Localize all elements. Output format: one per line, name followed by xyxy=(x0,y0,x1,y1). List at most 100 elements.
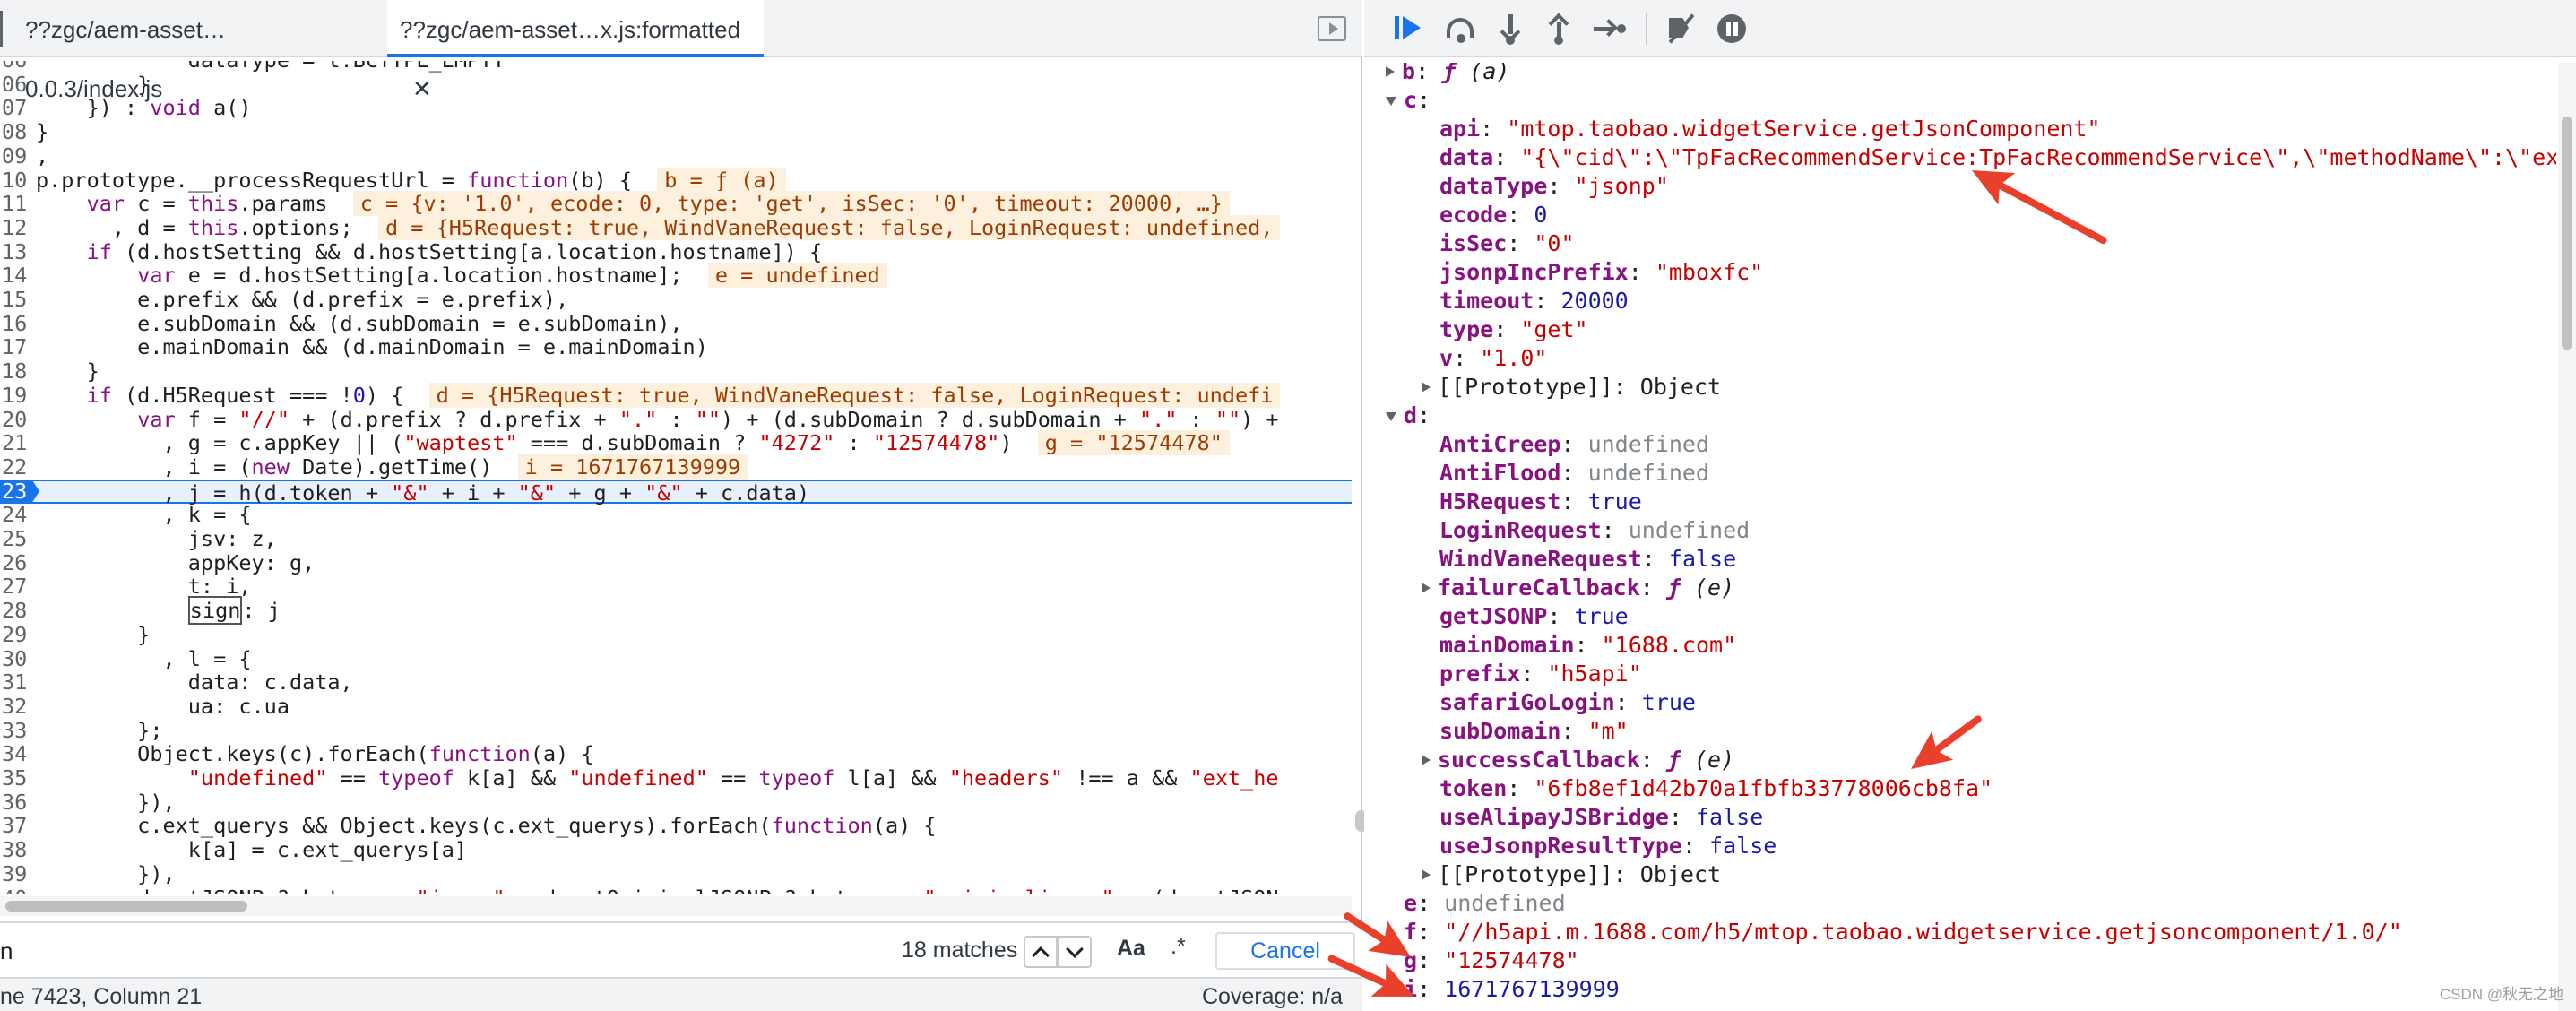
code-line[interactable]: 15 e.prefix && (d.prefix = e.prefix), xyxy=(0,288,1352,312)
code-line[interactable]: 20 var f = "//" + (d.prefix ? d.prefix +… xyxy=(0,407,1352,432)
scope-property-usejsonpresulttype[interactable]: useJsonpResultType: false xyxy=(1439,832,1776,860)
code-line[interactable]: 36 }), xyxy=(0,790,1352,815)
code-line[interactable]: 07 }) : void a() xyxy=(0,96,1352,120)
collapsed-triangle-icon[interactable] xyxy=(1386,66,1395,77)
line-number[interactable]: 12 xyxy=(0,215,30,240)
line-number[interactable]: 19 xyxy=(0,383,30,408)
tab-index-js[interactable]: ??zgc/aem-asset…0.0.3/index.js xyxy=(13,0,371,102)
collapsed-triangle-icon[interactable] xyxy=(1422,869,1431,880)
scope-property-api[interactable]: api: "mtop.taobao.widgetService.getJsonC… xyxy=(1439,115,2101,143)
scope-property-windvanerequest[interactable]: WindVaneRequest: false xyxy=(1439,545,1736,574)
scope-property-ecode[interactable]: ecode: 0 xyxy=(1439,201,1547,229)
code-line[interactable]: 18 } xyxy=(0,359,1352,384)
line-number[interactable]: 27 xyxy=(0,575,30,599)
code-line[interactable]: 12 , d = this.options; d = {H5Request: t… xyxy=(0,214,1352,240)
code-line[interactable]: 32 ua: c.ua xyxy=(0,694,1352,719)
step-button[interactable] xyxy=(1594,13,1626,45)
scope-property-timeout[interactable]: timeout: 20000 xyxy=(1439,287,1629,315)
line-number[interactable]: 17 xyxy=(0,335,30,359)
next-match-button[interactable] xyxy=(1058,936,1092,968)
scope-property-anticreep[interactable]: AntiCreep: undefined xyxy=(1439,430,1709,459)
step-into-button[interactable] xyxy=(1495,13,1527,45)
scope-property-antiflood[interactable]: AntiFlood: undefined xyxy=(1439,459,1709,488)
step-over-button[interactable] xyxy=(1445,13,1477,45)
collapsed-triangle-icon[interactable] xyxy=(1422,382,1431,393)
line-number[interactable]: 20 xyxy=(0,407,30,432)
scope-property-e[interactable]: e: undefined xyxy=(1404,889,1566,918)
code-line[interactable]: 09, xyxy=(0,143,1352,168)
code-line[interactable]: 35 "undefined" == typeof k[a] && "undefi… xyxy=(0,766,1352,791)
scope-property-prototype[interactable]: [[Prototype]]: Object xyxy=(1422,860,1721,889)
scope-property-safarigologin[interactable]: safariGoLogin: true xyxy=(1439,688,1696,717)
line-number[interactable]: 33 xyxy=(0,718,30,743)
code-line[interactable]: 39 }), xyxy=(0,861,1352,886)
scope-property-f[interactable]: f: "//h5api.m.1688.com/h5/mtop.taobao.wi… xyxy=(1404,918,2402,946)
line-number[interactable]: 10 xyxy=(0,168,30,193)
code-line[interactable]: 30 , l = { xyxy=(0,646,1352,671)
code-line-paused[interactable]: 23 , j = h(d.token + "&" + i + "&" + g +… xyxy=(0,479,1352,505)
scope-property-subdomain[interactable]: subDomain: "m" xyxy=(1439,717,1629,746)
line-number[interactable]: 29 xyxy=(0,622,30,647)
scope-property-maindomain[interactable]: mainDomain: "1688.com" xyxy=(1439,631,1736,660)
code-line[interactable]: 34 Object.keys(c).forEach(function(a) { xyxy=(0,742,1352,766)
line-number[interactable]: 36 xyxy=(0,790,30,815)
line-number[interactable]: 32 xyxy=(0,694,30,719)
line-number[interactable]: 35 xyxy=(0,766,30,791)
code-line[interactable]: 31 data: c.data, xyxy=(0,670,1352,695)
scope-property-datatype[interactable]: dataType: "jsonp" xyxy=(1439,172,1669,201)
line-number[interactable]: 38 xyxy=(0,838,30,862)
line-number[interactable]: 21 xyxy=(0,431,30,455)
collapsed-triangle-icon[interactable] xyxy=(1422,583,1431,593)
code-line[interactable]: 38 k[a] = c.ext_querys[a] xyxy=(0,838,1352,862)
line-number[interactable]: 31 xyxy=(0,670,30,695)
line-number[interactable]: 16 xyxy=(0,311,30,336)
code-line[interactable]: 13 if (d.hostSetting && d.hostSetting[a.… xyxy=(0,239,1352,264)
scope-scrollbar[interactable] xyxy=(2558,63,2576,1011)
code-line[interactable]: 19 if (d.H5Request === !0) { d = {H5Requ… xyxy=(0,382,1352,408)
cursor-position[interactable]: ne 7423, Column 21 xyxy=(0,984,202,1010)
code-line[interactable]: 17 e.mainDomain && (d.mainDomain = e.mai… xyxy=(0,335,1352,359)
previous-match-button[interactable] xyxy=(1024,936,1058,968)
scope-property-getjsonp[interactable]: getJSONP: true xyxy=(1439,602,1629,631)
line-number[interactable]: 13 xyxy=(0,239,30,264)
code-line[interactable]: 11 var c = this.params c = {v: '1.0', ec… xyxy=(0,191,1352,217)
code-line[interactable]: 06 dataType = t.BCTYPE_EMPTY xyxy=(0,61,1352,73)
expanded-triangle-icon[interactable] xyxy=(1386,412,1396,421)
line-number[interactable]: 09 xyxy=(0,143,30,168)
scope-property-loginrequest[interactable]: LoginRequest: undefined xyxy=(1439,516,1750,545)
scope-property-successcallback[interactable]: successCallback: ƒ (e) xyxy=(1422,746,1734,774)
code-line[interactable]: 08} xyxy=(0,120,1352,144)
code-line[interactable]: 40 d.getJSONP ? k.type = "jsonp" : d.get… xyxy=(0,886,1352,894)
code-line[interactable]: 22 , i = (new Date).getTime() i = 167176… xyxy=(0,454,1352,480)
regex-button[interactable]: .* xyxy=(1171,934,1186,960)
scope-property-type[interactable]: type: "get" xyxy=(1439,315,1588,344)
code-line[interactable]: 26 appKey: g, xyxy=(0,550,1352,575)
code-line[interactable]: 28 sign: j xyxy=(0,596,1352,626)
code-line[interactable]: 16 e.subDomain && (d.subDomain = e.subDo… xyxy=(0,311,1352,336)
tab-index-js-formatted[interactable]: ??zgc/aem-asset…x.js:formatted ✕ xyxy=(387,0,764,102)
line-number[interactable]: 39 xyxy=(0,861,30,886)
line-number[interactable]: 07 xyxy=(0,96,30,120)
line-number[interactable]: 24 xyxy=(0,503,30,527)
scope-property-v[interactable]: v: "1.0" xyxy=(1439,344,1547,373)
scope-property-usealipayjsbridge[interactable]: useAlipayJSBridge: false xyxy=(1439,803,1763,832)
code-line[interactable]: 29 } xyxy=(0,622,1352,647)
line-number[interactable]: 30 xyxy=(0,646,30,671)
match-case-button[interactable]: Aa xyxy=(1117,936,1145,962)
scope-property-token[interactable]: token: "6fb8ef1d42b70a1fbfb33778006cb8fa… xyxy=(1439,774,1993,803)
line-number[interactable]: 37 xyxy=(0,814,30,838)
line-number[interactable]: 14 xyxy=(0,264,30,288)
deactivate-breakpoints-button[interactable] xyxy=(1665,13,1698,45)
collapsed-triangle-icon[interactable] xyxy=(1422,755,1431,765)
line-number[interactable]: 08 xyxy=(0,120,30,144)
scope-property-i[interactable]: i: 1671767139999 xyxy=(1404,975,1620,1004)
scope-property-d[interactable]: d: xyxy=(1386,402,1431,430)
line-number[interactable]: 11 xyxy=(0,192,30,216)
scope-property-h5request[interactable]: H5Request: true xyxy=(1439,488,1642,516)
resume-button[interactable] xyxy=(1395,13,1427,45)
step-out-button[interactable] xyxy=(1543,13,1576,45)
scrollbar-thumb[interactable] xyxy=(5,901,247,912)
pause-on-exceptions-button[interactable] xyxy=(1716,13,1748,45)
line-number[interactable]: 34 xyxy=(0,742,30,766)
scope-property-b[interactable]: b: ƒ (a) xyxy=(1386,63,1509,86)
